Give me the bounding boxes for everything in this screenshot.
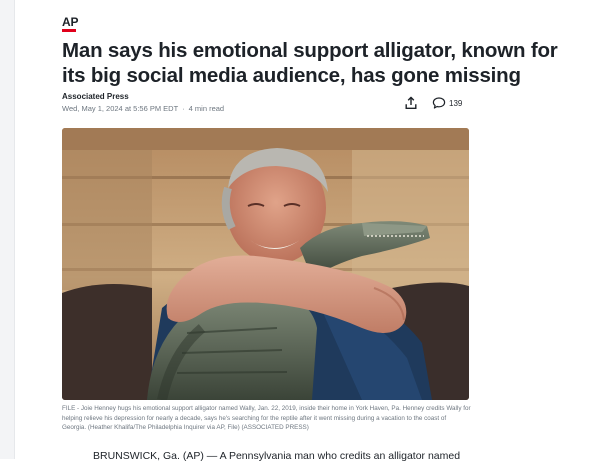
article-body-first-line: BRUNSWICK, Ga. (AP) — A Pennsylvania man…: [93, 450, 461, 462]
share-icon[interactable]: [404, 96, 418, 110]
publish-date: Wed, May 1, 2024 at 5:56 PM EDT: [62, 104, 179, 113]
article-photo[interactable]: [62, 128, 469, 400]
source-logo[interactable]: AP: [62, 16, 78, 32]
publisher-name[interactable]: Associated Press: [62, 92, 224, 102]
meta-separator: ·: [182, 104, 185, 113]
comments-button[interactable]: 139: [432, 96, 462, 110]
source-logo-underline: [62, 29, 76, 32]
comment-icon: [432, 97, 446, 109]
read-time: 4 min read: [188, 104, 225, 113]
byline: Associated Press Wed, May 1, 2024 at 5:5…: [62, 92, 224, 114]
article-headline: Man says his emotional support alligator…: [62, 39, 558, 87]
alligator-hug-photo: [62, 128, 469, 400]
photo-caption: FILE - Joie Henney hugs his emotional su…: [62, 405, 471, 432]
article-meta: Wed, May 1, 2024 at 5:56 PM EDT · 4 min re…: [62, 104, 224, 114]
left-rail: [0, 0, 15, 459]
comment-count: 139: [449, 98, 463, 108]
source-name: AP: [62, 15, 79, 29]
article-actions: 139: [404, 96, 462, 110]
